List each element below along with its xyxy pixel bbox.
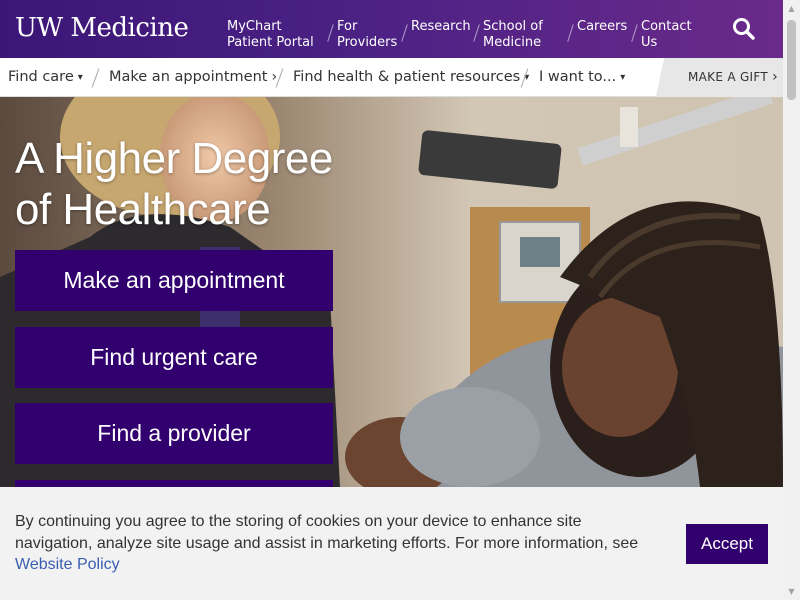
website-policy-link[interactable]: Website Policy [15,556,120,573]
nav-mychart[interactable]: MyChart Patient Portal [218,0,334,58]
nav-label: Patient Portal [227,35,314,50]
subnav-make-appointment[interactable]: Make an appointment › [109,58,277,97]
hero-title-line: A Higher Degree [15,134,333,183]
cookie-text: By continuing you agree to the storing o… [15,513,639,552]
nav-label: Us [641,35,658,50]
site-header: UW Medicine MyChart Patient Portal For P… [0,0,783,58]
nav-label: Medicine [483,35,542,50]
subnav-label: Find health & patient resources [293,69,521,85]
scroll-up-icon[interactable]: ▲ [783,0,800,17]
chevron-down-icon: ▾ [620,72,626,83]
nav-label: MyChart [227,19,282,34]
cookie-banner: By continuing you agree to the storing o… [0,487,783,600]
nav-for-providers[interactable]: For Providers [328,0,408,58]
subnav-find-care[interactable]: Find care ▾ [8,58,83,97]
subnav-i-want-to[interactable]: I want to... ▾ [539,58,625,97]
hero-title-line: of Healthcare [15,185,271,234]
make-appointment-button[interactable]: Make an appointment [15,250,333,311]
cookie-message: By continuing you agree to the storing o… [15,511,655,576]
hero-next-button-partial[interactable] [15,480,333,487]
nav-research[interactable]: Research [402,0,480,58]
nav-school-of-medicine[interactable]: School of Medicine [474,0,574,58]
chevron-right-icon: › [772,69,779,85]
nav-label: School of [483,19,543,34]
chevron-down-icon: ▾ [77,72,83,83]
scrollbar-thumb[interactable] [787,20,796,100]
nav-label: Providers [337,35,398,50]
chevron-right-icon: › [271,69,278,85]
page-scrollbar[interactable]: ▲ ▼ [783,0,800,600]
find-urgent-care-button[interactable]: Find urgent care [15,327,333,388]
top-navigation: MyChart Patient Portal For Providers Res… [218,0,702,58]
subnav-separator [91,68,100,88]
nav-label: Careers [577,19,628,34]
hero-title: A Higher Degree of Healthcare [15,133,375,235]
subnav-label: Find care [8,69,74,85]
search-icon[interactable] [731,16,757,42]
nav-careers[interactable]: Careers [568,0,638,58]
find-provider-button[interactable]: Find a provider [15,403,333,464]
subnav-health-resources[interactable]: Find health & patient resources ▾ [293,58,529,97]
subnav-label: Make an appointment [109,69,268,85]
nav-label: Contact [641,19,692,34]
nav-label: Research [411,19,471,34]
gift-label: MAKE A GIFT [688,70,769,84]
uw-medicine-logo[interactable]: UW Medicine [15,13,189,43]
nav-label: For [337,19,358,34]
subnav-label: I want to... [539,69,617,85]
hero-banner: A Higher Degree of Healthcare Make an ap… [0,97,783,487]
make-a-gift-button[interactable]: MAKE A GIFT › [668,58,783,97]
nav-contact-us[interactable]: Contact Us [632,0,702,58]
accept-cookies-button[interactable]: Accept [686,524,768,564]
scroll-down-icon[interactable]: ▼ [783,583,800,600]
